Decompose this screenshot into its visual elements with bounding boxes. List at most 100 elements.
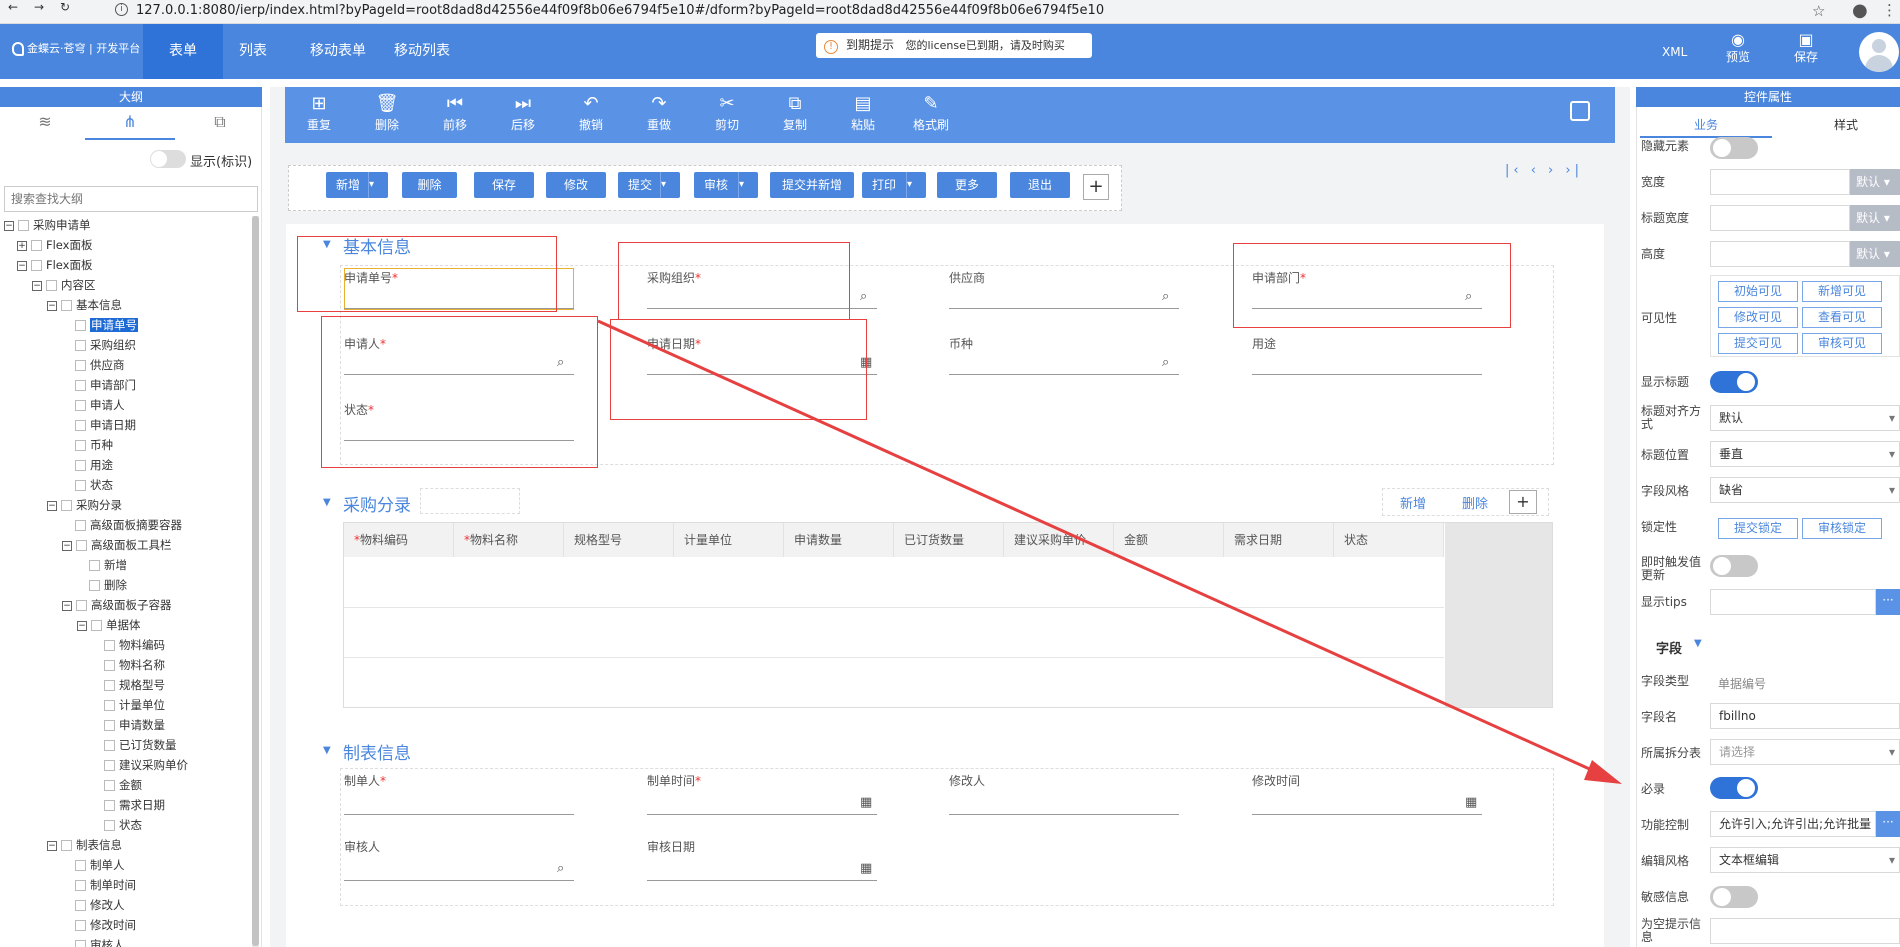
record-pager[interactable]: |‹ ‹ › ›| <box>1505 163 1583 178</box>
tree-node[interactable]: 建议采购单价 <box>104 756 188 774</box>
tree-node[interactable]: − 采购申请单 <box>4 216 91 234</box>
visibility-button[interactable]: 修改可见 <box>1718 307 1798 328</box>
height-input[interactable] <box>1710 241 1850 267</box>
chevron-down-icon[interactable]: ▾ <box>738 172 758 198</box>
tree-node[interactable]: 申请部门 <box>75 376 136 394</box>
calendar-icon[interactable]: ▦ <box>860 861 872 876</box>
required-toggle[interactable] <box>1710 777 1758 799</box>
field-style-select[interactable]: 缺省 <box>1710 477 1900 503</box>
entry-plus-icon[interactable]: + <box>1509 490 1537 514</box>
form-delete-button[interactable]: 删除 <box>402 172 457 198</box>
tree-node[interactable]: 计量单位 <box>104 696 165 714</box>
layers-tab-icon[interactable]: ≋ <box>0 112 90 140</box>
url-text[interactable]: 127.0.0.1:8080/ierp/index.html?byPageId=… <box>136 3 1104 18</box>
visibility-button[interactable]: 初始可见 <box>1718 281 1798 302</box>
search-icon[interactable]: ⌕ <box>557 861 564 876</box>
sub-table-select[interactable]: 请选择 <box>1710 739 1900 765</box>
height-default-dropdown[interactable]: 默认 ▾ <box>1850 241 1900 267</box>
toolbar-delete-button[interactable]: 🗑 删除 <box>362 92 412 133</box>
tree-node[interactable]: 高级面板摘要容器 <box>75 516 182 534</box>
tree-node[interactable]: 状态 <box>75 476 113 494</box>
tree-node[interactable]: − 采购分录 <box>47 496 122 514</box>
grid-column-header[interactable]: 需求日期 <box>1224 523 1334 557</box>
visibility-button[interactable]: 提交可见 <box>1718 333 1798 354</box>
tree-node[interactable]: − 单据体 <box>77 616 141 634</box>
search-icon[interactable]: ⌕ <box>1162 355 1169 370</box>
tips-ellipsis-button[interactable]: ··· <box>1876 589 1900 615</box>
function-control-ellipsis-button[interactable]: ··· <box>1876 811 1900 837</box>
tree-node[interactable]: 申请人 <box>75 396 125 414</box>
chevron-down-icon[interactable]: ▼ <box>1694 638 1702 649</box>
grid-column-header[interactable]: *物料名称 <box>454 523 564 557</box>
grid-column-header[interactable]: 规格型号 <box>564 523 674 557</box>
tree-node-selected[interactable]: 申请单号 <box>75 316 138 334</box>
form-submit-new-button[interactable]: 提交并新增 <box>770 172 854 198</box>
visibility-button[interactable]: 新增可见 <box>1802 281 1882 302</box>
bookmark-star-icon[interactable]: ☆ <box>1812 2 1825 20</box>
search-icon[interactable]: ⌕ <box>1162 289 1169 304</box>
visibility-button[interactable]: 查看可见 <box>1802 307 1882 328</box>
xml-button[interactable]: XML <box>1662 45 1687 59</box>
tree-node[interactable]: 币种 <box>75 436 113 454</box>
outline-search-input[interactable] <box>4 186 258 212</box>
grid-column-header[interactable]: 状态 <box>1334 523 1444 557</box>
tree-node[interactable]: 制单时间 <box>75 876 136 894</box>
tab-mobile-form[interactable]: 移动表单 <box>298 24 378 79</box>
visibility-button[interactable]: 审核可见 <box>1802 333 1882 354</box>
avatar[interactable] <box>1859 32 1899 72</box>
tab-mobile-list[interactable]: 移动列表 <box>382 24 462 79</box>
tree-tab-icon[interactable]: ⋔ <box>85 112 175 140</box>
tree-node[interactable]: 已订货数量 <box>104 736 177 754</box>
tree-node[interactable]: 规格型号 <box>104 676 165 694</box>
title-position-select[interactable]: 垂直 <box>1710 441 1900 467</box>
toolbar-move-back-button[interactable]: ⏭ 后移 <box>498 92 548 133</box>
tips-input[interactable] <box>1710 589 1876 615</box>
tree-node[interactable]: 申请日期 <box>75 416 136 434</box>
toolbar-cut-button[interactable]: ✂ 剪切 <box>702 92 752 133</box>
width-input[interactable] <box>1710 169 1850 195</box>
function-control-input[interactable]: 允许引入;允许引出;允许批量 <box>1710 811 1876 837</box>
tree-node[interactable]: 物料名称 <box>104 656 165 674</box>
field-supplier[interactable] <box>949 308 1179 309</box>
grid-column-header[interactable]: 申请数量 <box>784 523 894 557</box>
site-info-icon[interactable]: i <box>115 3 128 16</box>
forward-icon[interactable]: → <box>34 0 44 14</box>
calendar-icon[interactable]: ▦ <box>860 795 872 810</box>
tree-node[interactable]: 用途 <box>75 456 113 474</box>
preview-button[interactable]: ◉ 预览 <box>1722 30 1754 65</box>
fullscreen-icon[interactable] <box>1570 101 1590 121</box>
tree-node[interactable]: 申请数量 <box>104 716 165 734</box>
tree-node[interactable]: − 基本信息 <box>47 296 122 314</box>
toolbar-format-painter-button[interactable]: ✎ 格式刷 <box>906 92 956 133</box>
tab-style[interactable]: 样式 <box>1780 112 1900 138</box>
tree-node[interactable]: 修改时间 <box>75 916 136 934</box>
toolbar-duplicate-button[interactable]: ⊞ 重复 <box>294 92 344 133</box>
tree-node[interactable]: − 高级面板工具栏 <box>62 536 172 554</box>
tree-node[interactable]: − Flex面板 <box>17 256 93 274</box>
menu-dots-icon[interactable]: ⋮ <box>1882 1 1897 19</box>
tree-node[interactable]: 采购组织 <box>75 336 136 354</box>
tree-node[interactable]: − 制表信息 <box>47 836 122 854</box>
sensitive-toggle[interactable] <box>1710 886 1758 908</box>
tab-form[interactable]: 表单 <box>143 24 223 79</box>
tree-node[interactable]: 金额 <box>104 776 142 794</box>
form-modify-button[interactable]: 修改 <box>546 172 606 198</box>
title-width-default-dropdown[interactable]: 默认 ▾ <box>1850 205 1900 231</box>
chevron-down-icon[interactable]: ▾ <box>368 172 388 198</box>
reload-icon[interactable]: ↻ <box>60 0 70 14</box>
collapse-arrow-icon[interactable]: ▼ <box>323 745 331 756</box>
tree-node[interactable]: 供应商 <box>75 356 125 374</box>
add-button-plus-icon[interactable]: + <box>1083 174 1109 200</box>
toolbar-paste-button[interactable]: ▤ 粘贴 <box>838 92 888 133</box>
toolbar-move-forward-button[interactable]: ⏮ 前移 <box>430 92 480 133</box>
field-name-input[interactable]: fbillno <box>1710 703 1900 729</box>
tree-node[interactable]: − 高级面板子容器 <box>62 596 172 614</box>
tree-node[interactable]: 制单人 <box>75 856 125 874</box>
tree-node[interactable]: 删除 <box>89 576 127 594</box>
tree-node[interactable]: 审核人 <box>75 936 125 947</box>
grid-column-header[interactable]: 建议采购单价 <box>1004 523 1114 557</box>
tab-list[interactable]: 列表 <box>223 24 283 79</box>
field-creator[interactable] <box>344 814 574 815</box>
hidden-toggle[interactable] <box>1710 137 1758 159</box>
form-save-button[interactable]: 保存 <box>474 172 534 198</box>
